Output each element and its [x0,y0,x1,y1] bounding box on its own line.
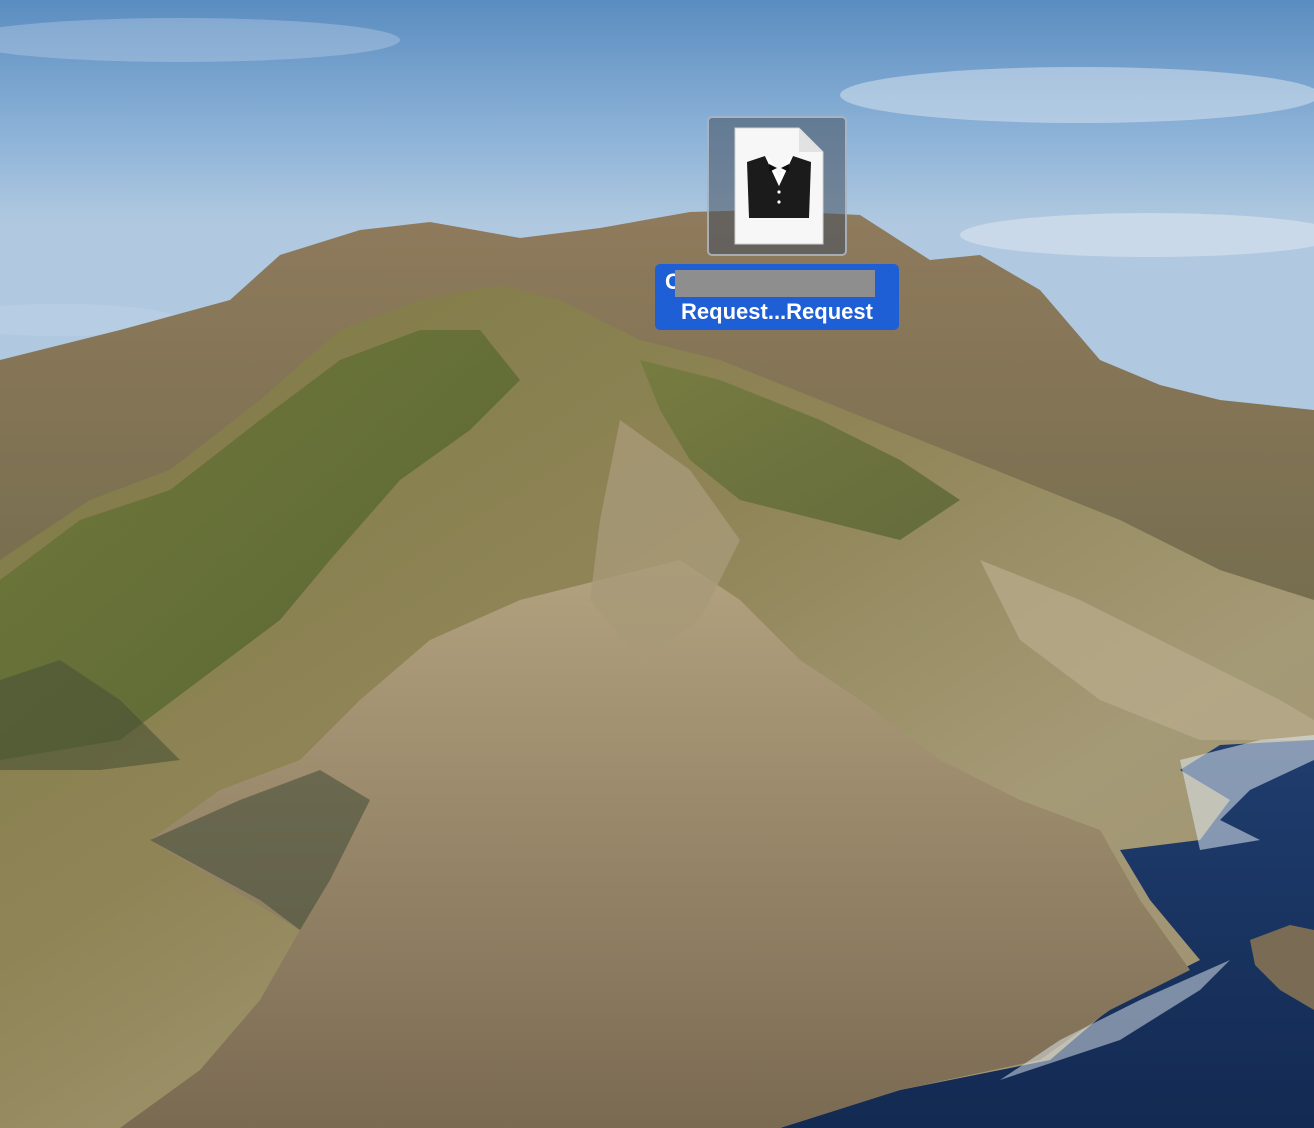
tuxedo-document-icon[interactable] [733,126,825,246]
file-name-line1: Cg [655,267,899,297]
file-icon[interactable]: Cg Request...Request [655,116,899,332]
file-name-line2: Request...Request [681,299,873,324]
desktop[interactable]: Cg Request...Request [0,0,1314,1128]
file-name-label[interactable]: Cg Request...Request [655,264,899,330]
redaction-block [675,270,875,297]
icon-selection-frame[interactable] [707,116,847,256]
